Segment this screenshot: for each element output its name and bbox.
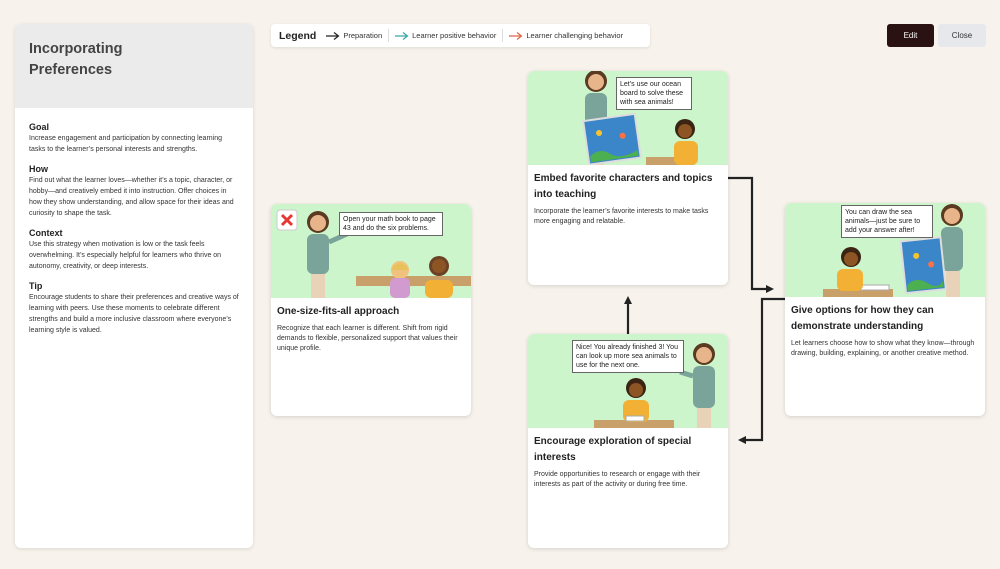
card-body: Encourage exploration of special interes… bbox=[528, 428, 728, 496]
speech-bubble: Let’s use our ocean board to solve these… bbox=[616, 77, 692, 110]
strategy-panel: Incorporating Preferences Goal Increase … bbox=[15, 24, 253, 548]
card-embed-favorite-characters[interactable]: Let’s use our ocean board to solve these… bbox=[528, 71, 728, 285]
connector-to-exploration bbox=[738, 297, 785, 444]
legend-divider bbox=[502, 29, 504, 42]
card-text: Incorporate the learner’s favorite inter… bbox=[534, 208, 709, 225]
card-text: Let learners choose how to show what the… bbox=[791, 340, 975, 357]
card-title: Encourage exploration of special interes… bbox=[534, 436, 692, 463]
legend-label-challenging: Learner challenging behavior bbox=[526, 31, 624, 40]
legend-item-positive: Learner positive behavior bbox=[395, 31, 502, 40]
speech-bubble: Nice! You already finished 3! You can lo… bbox=[572, 340, 684, 373]
legend-title: Legend bbox=[279, 29, 317, 42]
card-body: Give options for how they can demonstrat… bbox=[785, 297, 985, 365]
strategy-title: Incorporating Preferences bbox=[29, 41, 123, 78]
how-text: Find out what the learner loves—whether … bbox=[29, 177, 234, 217]
card-encourage-exploration[interactable]: Nice! You already finished 3! You can lo… bbox=[528, 334, 728, 548]
card-body: One-size-fits-all approach Recognize tha… bbox=[271, 298, 471, 360]
context-heading: Context bbox=[29, 228, 63, 238]
speech-bubble: Open your math book to page 43 and do th… bbox=[339, 212, 443, 236]
legend-label-preparation: Preparation bbox=[343, 31, 383, 40]
card-one-size-fits-all[interactable]: Open your math book to page 43 and do th… bbox=[271, 204, 471, 416]
arrow-right-red-icon bbox=[509, 31, 523, 40]
edit-button[interactable]: Edit bbox=[887, 24, 934, 47]
arrow-right-teal-icon bbox=[395, 31, 409, 40]
card-illustration: Open your math book to page 43 and do th… bbox=[271, 204, 471, 298]
card-illustration: You can draw the sea animals—just be sur… bbox=[785, 203, 985, 297]
card-text: Provide opportunities to research or eng… bbox=[534, 471, 701, 488]
legend-label-positive: Learner positive behavior bbox=[412, 31, 497, 40]
legend-item-preparation: Preparation bbox=[326, 31, 388, 40]
speech-bubble: You can draw the sea animals—just be sur… bbox=[841, 205, 933, 238]
how-heading: How bbox=[29, 164, 48, 174]
tip-heading: Tip bbox=[29, 281, 43, 291]
close-button[interactable]: Close bbox=[938, 24, 986, 47]
goal-text: Increase engagement and participation by… bbox=[29, 135, 223, 153]
context-text: Use this strategy when motivation is low… bbox=[29, 241, 222, 270]
tip-text: Encourage students to share their prefer… bbox=[29, 294, 239, 334]
strategy-details: Goal Increase engagement and participati… bbox=[15, 108, 253, 348]
legend: Legend Preparation Learner positive beha… bbox=[271, 24, 650, 47]
legend-divider bbox=[388, 29, 390, 42]
connector-to-options bbox=[728, 176, 774, 293]
card-title: Give options for how they can demonstrat… bbox=[791, 305, 934, 332]
card-body: Embed favorite characters and topics int… bbox=[528, 165, 728, 233]
arrow-right-black-icon bbox=[326, 31, 340, 40]
goal-heading: Goal bbox=[29, 122, 50, 132]
card-text: Recognize that each learner is different… bbox=[277, 325, 458, 352]
legend-item-challenging: Learner challenging behavior bbox=[509, 31, 629, 40]
card-illustration: Nice! You already finished 3! You can lo… bbox=[528, 334, 728, 428]
card-illustration: Let’s use our ocean board to solve these… bbox=[528, 71, 728, 165]
strategy-panel-header: Incorporating Preferences bbox=[15, 24, 253, 108]
card-give-options[interactable]: You can draw the sea animals—just be sur… bbox=[785, 203, 985, 416]
card-title: Embed favorite characters and topics int… bbox=[534, 173, 713, 200]
card-title: One-size-fits-all approach bbox=[277, 306, 400, 317]
